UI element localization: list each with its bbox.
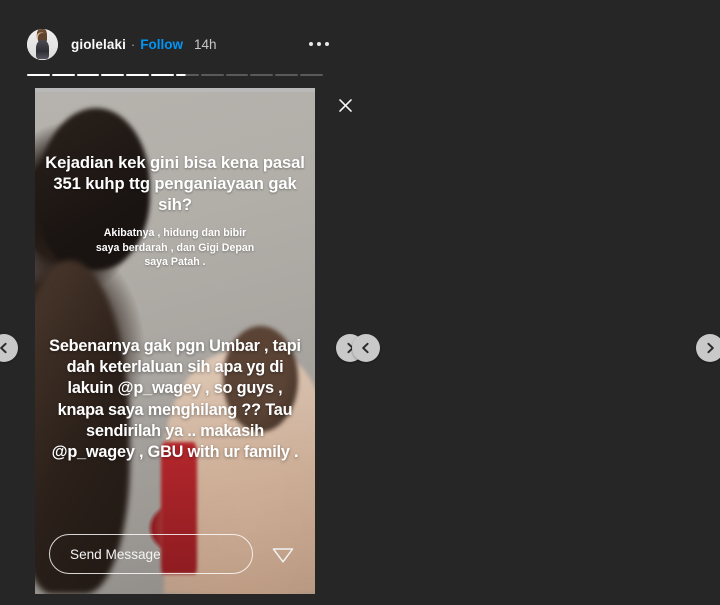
story-reply-bar-left: Send Message — [49, 534, 301, 574]
follow-button[interactable]: Follow — [140, 37, 183, 52]
username-follow-separator: · — [130, 36, 136, 52]
instagram-story-viewer: giolelaki · Follow 14h Kejadian kek gini… — [0, 0, 720, 605]
paper-plane-icon[interactable] — [269, 540, 297, 568]
progress-segment — [275, 74, 299, 76]
story-header-left: giolelaki · Follow 14h — [27, 27, 333, 61]
progress-segment-active — [175, 74, 199, 76]
progress-segment — [51, 74, 75, 76]
story-panel-left: giolelaki · Follow 14h Kejadian kek gini… — [0, 0, 360, 605]
avatar[interactable] — [27, 28, 58, 60]
progress-segment — [151, 74, 174, 76]
progress-segment — [126, 74, 150, 76]
progress-segment — [300, 74, 323, 76]
story-photo — [35, 88, 315, 594]
media-top-edge — [35, 88, 315, 92]
close-icon[interactable] — [332, 92, 358, 118]
story-progress-bar-left — [27, 74, 323, 76]
chevron-left-icon[interactable] — [352, 334, 380, 362]
more-options-icon[interactable] — [309, 42, 329, 46]
story-timestamp: 14h — [194, 36, 217, 52]
progress-segment — [250, 74, 274, 76]
progress-segment — [101, 74, 125, 76]
progress-segment — [27, 74, 50, 76]
progress-segment — [76, 74, 100, 76]
chevron-right-icon[interactable] — [696, 334, 720, 362]
send-message-input[interactable]: Send Message — [49, 534, 253, 574]
story-panel-right: giolelaki · Follow 14h — [360, 0, 720, 605]
story-username[interactable]: giolelaki — [71, 37, 126, 52]
progress-segment — [200, 74, 224, 76]
progress-segment — [225, 74, 249, 76]
story-media-left[interactable]: Kejadian kek gini bisa kena pasal 351 ku… — [35, 88, 315, 594]
